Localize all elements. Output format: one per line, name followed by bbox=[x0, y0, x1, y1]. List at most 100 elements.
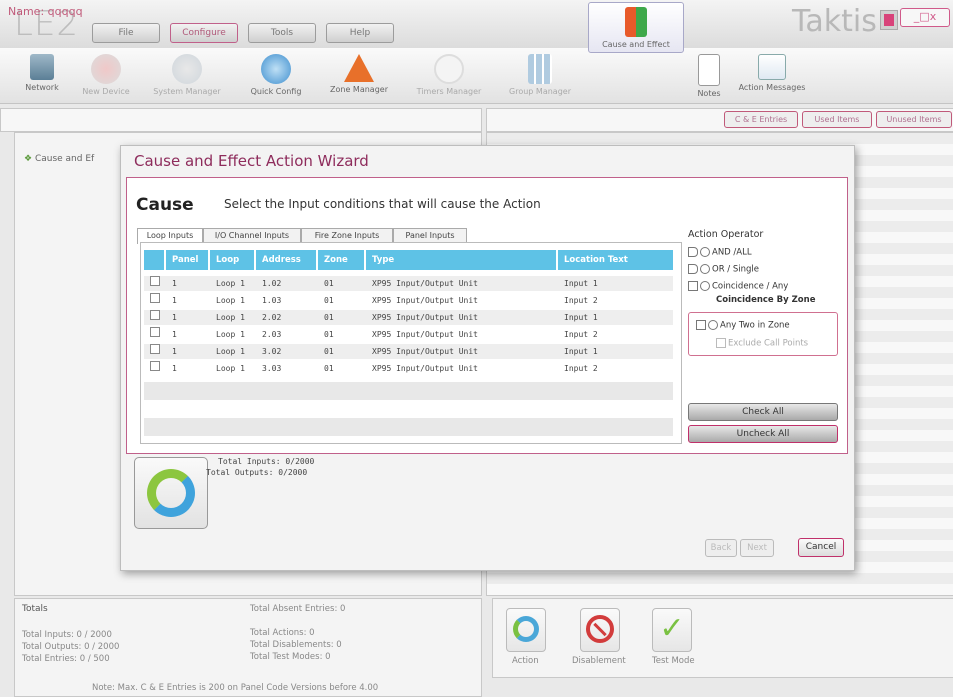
any-two-checkbox[interactable] bbox=[696, 320, 706, 330]
tab-io-channel-inputs[interactable]: I/O Channel Inputs bbox=[203, 228, 301, 243]
table-row[interactable]: 1 Loop 1 2.03 01 XP95 Input/Output Unit Input… bbox=[144, 327, 673, 342]
check-all-button[interactable]: Check All bbox=[688, 403, 838, 421]
row-checkbox[interactable] bbox=[150, 310, 160, 320]
toolbar-label: Cause and Effect bbox=[602, 40, 670, 49]
totals-actions: Total Actions: 0 bbox=[250, 628, 315, 638]
wizard-total-inputs: Total Inputs: 0/2000 bbox=[218, 457, 315, 466]
tab-ce-entries[interactable]: C & E Entries bbox=[724, 111, 798, 128]
table-row[interactable]: 1 Loop 1 1.03 01 XP95 Input/Output Unit Input… bbox=[144, 293, 673, 308]
brand-mark-icon bbox=[880, 10, 898, 30]
table-cell-type: XP95 Input/Output Unit bbox=[372, 279, 478, 288]
disablement-button[interactable] bbox=[580, 608, 620, 652]
tab-panel-inputs[interactable]: Panel Inputs bbox=[393, 228, 467, 243]
or-single-radio[interactable] bbox=[700, 264, 710, 274]
header-address[interactable]: Address bbox=[256, 250, 318, 270]
tree-item-cause-and-effect[interactable]: ❖ Cause and Ef bbox=[24, 154, 94, 164]
table-cell-location-text: Input 2 bbox=[564, 330, 598, 339]
totals-test-modes: Total Test Modes: 0 bbox=[250, 652, 331, 662]
coincidence-radio[interactable] bbox=[700, 281, 710, 291]
toolbar-network[interactable]: Network bbox=[18, 50, 66, 105]
option-coincidence[interactable]: Coincidence / Any bbox=[688, 281, 788, 292]
option-exclude-call-points[interactable]: Exclude Call Points bbox=[716, 338, 808, 349]
action-button[interactable] bbox=[506, 608, 546, 652]
window-controls[interactable]: _□x bbox=[900, 8, 950, 27]
table-cell-loop: Loop 1 bbox=[216, 296, 245, 305]
toolbar-quick-config[interactable]: Quick Config bbox=[246, 50, 306, 105]
table-row[interactable]: 1 Loop 1 3.02 01 XP95 Input/Output Unit Input… bbox=[144, 344, 673, 359]
menu-tools[interactable]: Tools bbox=[248, 23, 316, 43]
group-manager-icon bbox=[528, 54, 552, 84]
toolbar-label: Group Manager bbox=[509, 87, 571, 96]
table-cell-location-text: Input 1 bbox=[564, 313, 598, 322]
uncheck-all-button[interactable]: Uncheck All bbox=[688, 425, 838, 443]
option-or-single[interactable]: OR / Single bbox=[688, 264, 759, 275]
brand-logo: Taktis bbox=[792, 4, 877, 39]
table-cell-panel: 1 bbox=[172, 347, 177, 356]
table-cell-panel: 1 bbox=[172, 364, 177, 373]
quick-config-icon bbox=[261, 54, 291, 84]
test-mode-icon: ✓ bbox=[659, 611, 685, 646]
totals-outputs: Total Outputs: 0 / 2000 bbox=[22, 642, 120, 652]
toolbar-action-messages[interactable]: Action Messages bbox=[736, 50, 808, 105]
and-all-radio[interactable] bbox=[700, 247, 710, 257]
toolbar-notes[interactable]: Notes bbox=[692, 50, 726, 105]
toolbar-label: Notes bbox=[697, 89, 721, 98]
cancel-button[interactable]: Cancel bbox=[798, 538, 844, 557]
menu-help[interactable]: Help bbox=[326, 23, 394, 43]
tab-fire-zone-inputs[interactable]: Fire Zone Inputs bbox=[301, 228, 393, 243]
table-cell-address: 3.03 bbox=[262, 364, 282, 373]
coincidence-checkbox[interactable] bbox=[688, 281, 698, 291]
header-type[interactable]: Type bbox=[366, 250, 558, 270]
toolbar-system-manager[interactable]: System Manager bbox=[148, 50, 226, 105]
or-single-label: OR / Single bbox=[712, 264, 759, 275]
table-cell-zone: 01 bbox=[324, 347, 334, 356]
tab-unused-items[interactable]: Unused Items bbox=[876, 111, 952, 128]
menu-configure[interactable]: Configure bbox=[170, 23, 238, 43]
menu-file[interactable]: File bbox=[92, 23, 160, 43]
totals-entries: Total Entries: 0 / 500 bbox=[22, 654, 110, 664]
option-any-two-in-zone[interactable]: Any Two in Zone bbox=[696, 320, 790, 331]
action-operator-title: Action Operator bbox=[688, 229, 764, 240]
coincidence-by-zone-label: Coincidence By Zone bbox=[716, 295, 816, 305]
header-panel[interactable]: Panel bbox=[166, 250, 210, 270]
exclude-call-points-checkbox[interactable] bbox=[716, 338, 726, 348]
table-row[interactable]: 1 Loop 1 1.02 01 XP95 Input/Output Unit Input… bbox=[144, 276, 673, 291]
toolbar-label: System Manager bbox=[153, 87, 221, 96]
action-messages-icon bbox=[758, 54, 786, 80]
table-cell-panel: 1 bbox=[172, 279, 177, 288]
header-zone[interactable]: Zone bbox=[318, 250, 366, 270]
next-button[interactable]: Next bbox=[740, 539, 774, 557]
toolbar-group-manager[interactable]: Group Manager bbox=[504, 50, 576, 105]
row-checkbox[interactable] bbox=[150, 276, 160, 286]
disablement-label: Disablement bbox=[572, 656, 626, 666]
toolbar-timers-manager[interactable]: Timers Manager bbox=[412, 50, 486, 105]
any-two-radio[interactable] bbox=[708, 320, 718, 330]
tab-used-items[interactable]: Used Items bbox=[802, 111, 872, 128]
exclude-call-points-label: Exclude Call Points bbox=[728, 338, 809, 349]
row-checkbox[interactable] bbox=[150, 327, 160, 337]
table-cell-type: XP95 Input/Output Unit bbox=[372, 347, 478, 356]
back-button[interactable]: Back bbox=[705, 539, 737, 557]
notes-icon bbox=[698, 54, 720, 86]
toolbar-new-device[interactable]: New Device bbox=[76, 50, 136, 105]
row-checkbox[interactable] bbox=[150, 344, 160, 354]
entry-name[interactable]: Name: qqqqq bbox=[8, 5, 83, 18]
or-single-marker bbox=[688, 264, 698, 274]
header-loop[interactable]: Loop bbox=[210, 250, 256, 270]
table-cell-zone: 01 bbox=[324, 330, 334, 339]
table-row[interactable]: 1 Loop 1 2.02 01 XP95 Input/Output Unit Input… bbox=[144, 310, 673, 325]
table-row[interactable]: 1 Loop 1 3.03 01 XP95 Input/Output Unit Input… bbox=[144, 361, 673, 376]
table-cell-type: XP95 Input/Output Unit bbox=[372, 296, 478, 305]
new-device-icon bbox=[91, 54, 121, 84]
table-cell-address: 3.02 bbox=[262, 347, 282, 356]
test-mode-button[interactable]: ✓ bbox=[652, 608, 692, 652]
row-checkbox[interactable] bbox=[150, 293, 160, 303]
row-checkbox[interactable] bbox=[150, 361, 160, 371]
zone-manager-icon bbox=[344, 54, 374, 82]
wizard-subheading: Select the Input conditions that will ca… bbox=[224, 197, 541, 211]
toolbar-zone-manager[interactable]: Zone Manager bbox=[326, 50, 392, 105]
table-cell-address: 2.03 bbox=[262, 330, 282, 339]
option-and-all[interactable]: AND /ALL bbox=[688, 247, 752, 258]
header-location-text[interactable]: Location Text bbox=[558, 250, 673, 270]
toolbar-cause-and-effect[interactable]: Cause and Effect bbox=[588, 2, 684, 53]
